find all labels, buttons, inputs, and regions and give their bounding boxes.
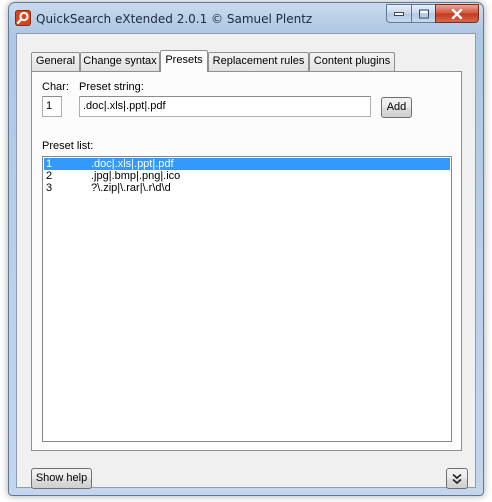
minimize-icon (394, 11, 404, 16)
tab-presets[interactable]: Presets (160, 50, 208, 72)
dialog-client-area: General Change syntax Presets Replacemen… (16, 33, 476, 489)
add-button[interactable]: Add (381, 97, 412, 118)
expand-button[interactable] (446, 468, 468, 489)
window-title: QuickSearch eXtended 2.0.1 © Samuel Plen… (36, 12, 313, 26)
preset-number: 3 (46, 182, 53, 194)
preset-number: 1 (46, 158, 53, 170)
char-input[interactable]: 1 (42, 96, 62, 117)
show-help-button[interactable]: Show help (31, 468, 92, 489)
preset-string-label: Preset string: (79, 81, 144, 93)
list-item[interactable]: 3 ?\.zip|\.rar|\.r\d\d (44, 182, 450, 194)
app-window: QuickSearch eXtended 2.0.1 © Samuel Plen… (8, 2, 484, 496)
tab-content-plugins[interactable]: Content plugins (309, 52, 395, 71)
tab-change-syntax[interactable]: Change syntax (80, 52, 160, 71)
list-item[interactable]: 1 .doc|.xls|.ppt|.pdf (44, 158, 450, 170)
preset-string-input[interactable]: .doc|.xls|.ppt|.pdf (79, 96, 371, 117)
preset-list[interactable]: 1 .doc|.xls|.ppt|.pdf 2 .jpg|.bmp|.png|.… (42, 156, 452, 442)
tab-replacement-rules[interactable]: Replacement rules (208, 52, 309, 71)
double-chevron-down-icon (452, 473, 462, 485)
list-item[interactable]: 2 .jpg|.bmp|.png|.ico (44, 170, 450, 182)
close-button[interactable] (435, 4, 479, 23)
maximize-icon (418, 9, 429, 18)
preset-value: .doc|.xls|.ppt|.pdf (91, 158, 174, 170)
preset-value: ?\.zip|\.rar|\.r\d\d (91, 182, 171, 194)
preset-list-label: Preset list: (42, 140, 94, 152)
minimize-button[interactable] (386, 4, 412, 23)
char-label: Char: (42, 81, 69, 93)
title-bar[interactable]: QuickSearch eXtended 2.0.1 © Samuel Plen… (9, 3, 483, 33)
preset-value: .jpg|.bmp|.png|.ico (91, 170, 181, 182)
presets-panel: Char: Preset string: 1 .doc|.xls|.ppt|.p… (31, 71, 462, 451)
close-icon (451, 8, 463, 19)
preset-number: 2 (46, 170, 53, 182)
maximize-button[interactable] (411, 4, 436, 23)
app-search-icon (15, 10, 31, 26)
tab-general[interactable]: General (31, 52, 80, 71)
